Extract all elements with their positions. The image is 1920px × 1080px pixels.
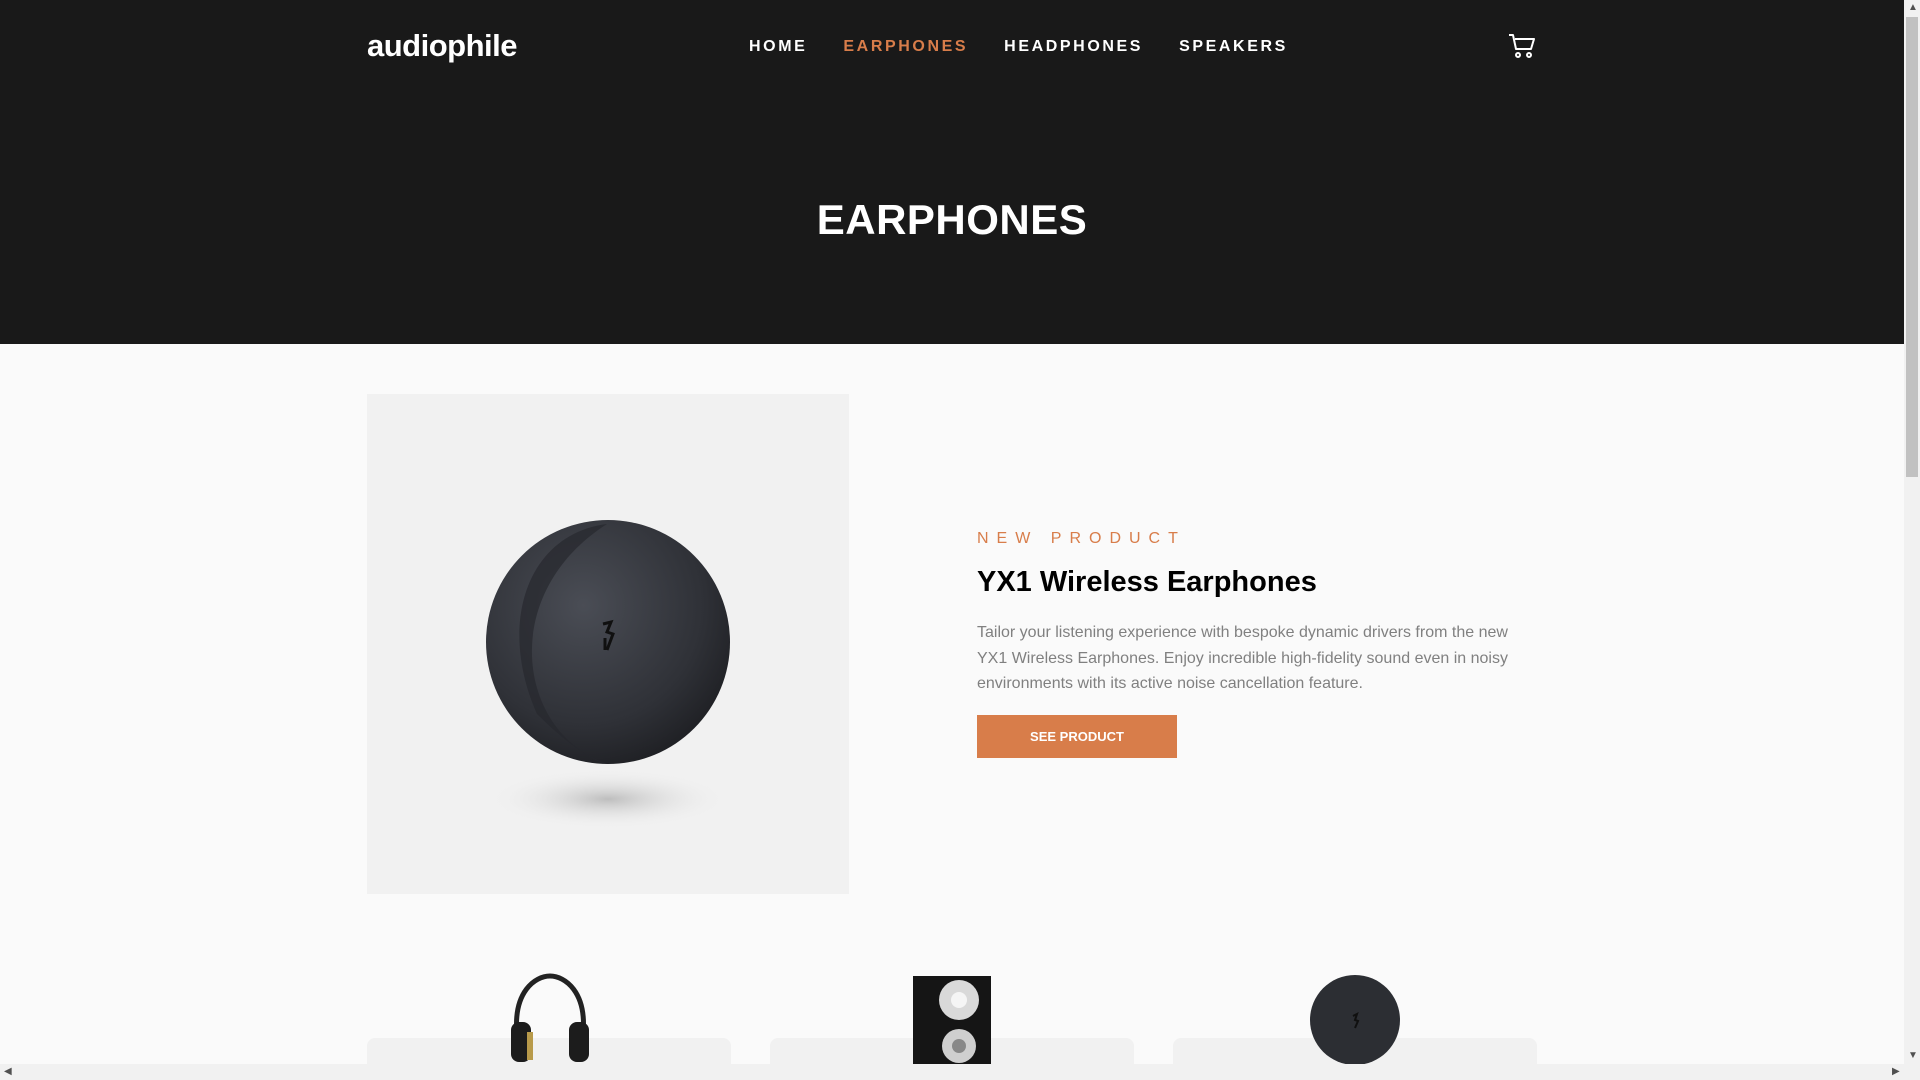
earphones-case-image — [367, 394, 849, 894]
nav-home[interactable]: HOME — [749, 38, 807, 56]
main-nav: HOME EARPHONES HEADPHONES SPEAKERS — [749, 38, 1288, 56]
earphones-image — [1310, 975, 1400, 1064]
brand-logo[interactable]: audiophile — [367, 28, 518, 64]
page-title: EARPHONES — [816, 196, 1088, 243]
nav-headphones[interactable]: HEADPHONES — [1004, 38, 1143, 56]
scroll-left-arrow[interactable]: ◀ — [4, 1066, 12, 1077]
speaker-image — [913, 976, 991, 1064]
product-description: Tailor your listening experience with be… — [977, 624, 1508, 692]
cart-icon[interactable] — [1507, 30, 1537, 60]
nav-earphones[interactable]: EARPHONES — [843, 38, 968, 56]
nav-speakers[interactable]: SPEAKERS — [1179, 38, 1288, 56]
product-name: YX1 Wireless Earphones — [977, 566, 1317, 598]
headphones-image — [511, 973, 589, 1062]
site-header: audiophile HOME EARPHONES HEADPHONES SPE… — [0, 0, 1904, 344]
see-product-button[interactable]: SEE PRODUCT — [977, 715, 1177, 758]
new-product-label: NEW PRODUCT — [977, 530, 1186, 547]
scroll-down-arrow[interactable]: ▼ — [1908, 1050, 1918, 1061]
scroll-up-arrow[interactable]: ▲ — [1908, 2, 1918, 13]
horizontal-scrollbar[interactable] — [0, 1064, 1920, 1080]
scroll-right-arrow[interactable]: ▶ — [1892, 1066, 1900, 1077]
vertical-scrollbar-thumb[interactable] — [1906, 17, 1918, 477]
